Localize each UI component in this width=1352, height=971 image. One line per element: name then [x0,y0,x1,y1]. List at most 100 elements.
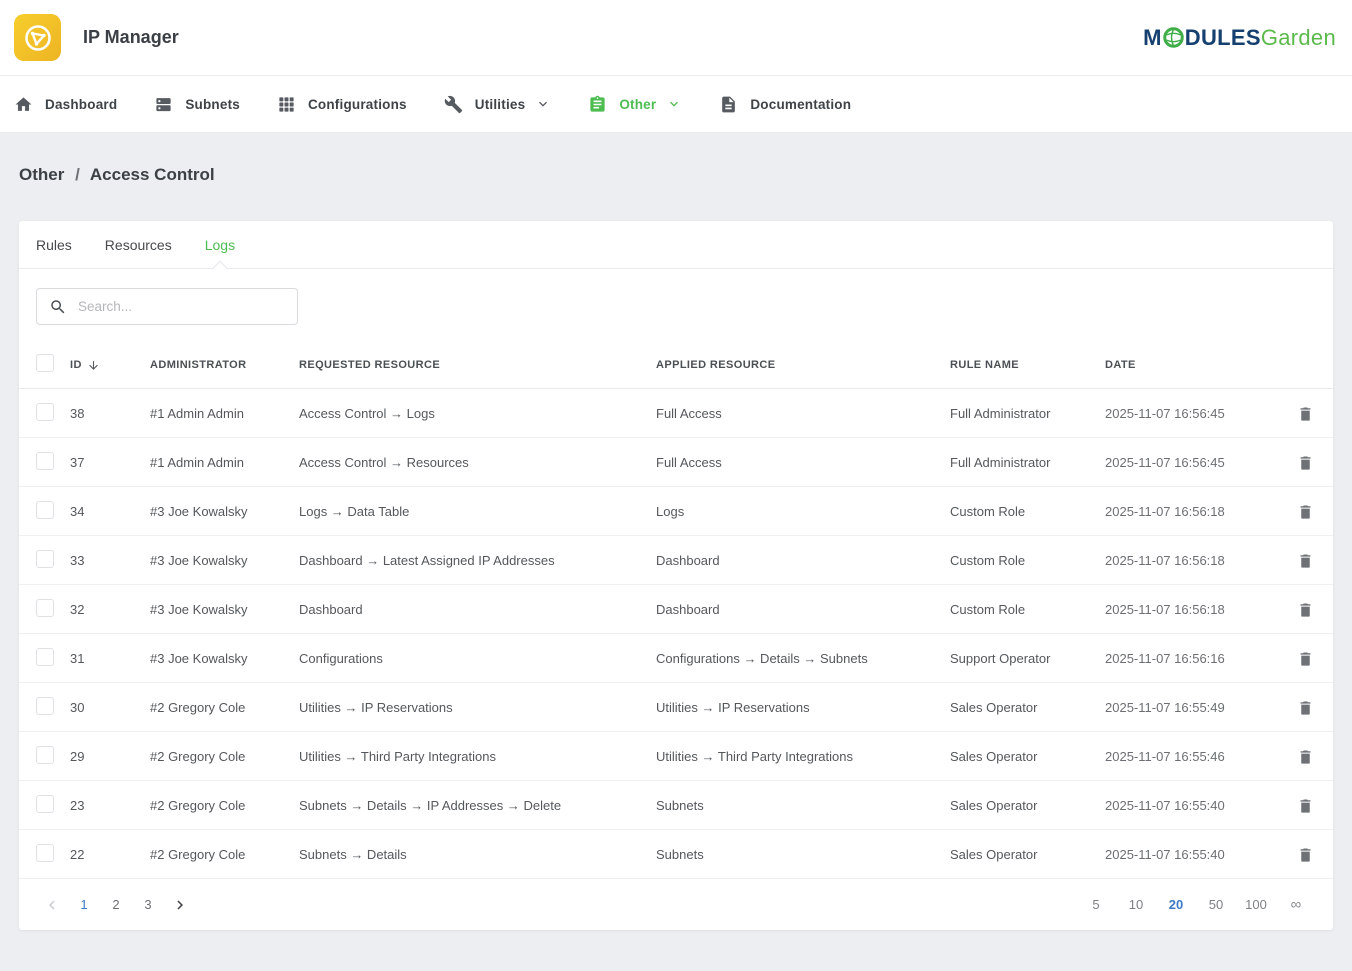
cell-applied-resource: Full Access [656,406,950,421]
page-size-unlimited[interactable]: ∞ [1276,890,1316,920]
delete-row-button[interactable] [1295,501,1316,522]
cell-administrator: #3 Joe Kowalsky [150,602,299,617]
column-header-applied-resource: APPLIED RESOURCE [656,359,950,371]
page-title: IP Manager [83,27,179,48]
page-button-3[interactable]: 3 [132,890,164,920]
subnets-icon [154,95,173,114]
row-checkbox[interactable] [36,550,54,568]
cell-requested-resource: Subnets → Details [299,847,656,862]
cell-requested-resource: Access Control → Resources [299,455,656,470]
cell-date: 2025-11-07 16:55:40 [1105,847,1270,862]
cell-requested-resource: Dashboard → Latest Assigned IP Addresses [299,553,656,568]
prev-page-button[interactable] [36,890,68,920]
page-button-1[interactable]: 1 [68,890,100,920]
cell-id: 31 [70,651,150,666]
table-row: 23 #2 Gregory Cole Subnets → Details → I… [19,781,1333,830]
row-checkbox[interactable] [36,795,54,813]
next-page-button[interactable] [164,890,196,920]
page-button-2[interactable]: 2 [100,890,132,920]
tab-logs[interactable]: Logs [205,221,235,268]
cell-id: 29 [70,749,150,764]
page-size-10[interactable]: 10 [1116,890,1156,920]
clipboard-icon [588,95,607,114]
ip-manager-logo-icon [14,14,61,61]
select-all-checkbox[interactable] [36,354,54,372]
cell-administrator: #1 Admin Admin [150,455,299,470]
delete-row-button[interactable] [1295,599,1316,620]
cell-rule-name: Full Administrator [950,455,1105,470]
top-header: IP Manager M DULES Garden [0,0,1352,76]
cell-date: 2025-11-07 16:56:18 [1105,553,1270,568]
table-body: 38 #1 Admin Admin Access Control → Logs … [19,389,1333,879]
row-checkbox[interactable] [36,648,54,666]
trash-icon [1297,601,1314,618]
nav-item-configurations[interactable]: Configurations [277,76,407,132]
cell-administrator: #3 Joe Kowalsky [150,553,299,568]
grid-icon [277,95,296,114]
search-input[interactable] [78,299,287,314]
delete-row-button[interactable] [1295,697,1316,718]
cell-id: 34 [70,504,150,519]
cell-requested-resource: Access Control → Logs [299,406,656,421]
page-size-50[interactable]: 50 [1196,890,1236,920]
access-control-card: Rules Resources Logs ID ADMINISTRATOR RE… [19,221,1333,930]
nav-item-other[interactable]: Other [588,76,682,132]
nav-item-utilities[interactable]: Utilities [444,76,552,132]
cell-applied-resource: Utilities → IP Reservations [656,700,950,715]
table-row: 30 #2 Gregory Cole Utilities → IP Reserv… [19,683,1333,732]
delete-row-button[interactable] [1295,452,1316,473]
column-header-requested-resource: REQUESTED RESOURCE [299,359,656,371]
page-size-100[interactable]: 100 [1236,890,1276,920]
delete-row-button[interactable] [1295,746,1316,767]
delete-row-button[interactable] [1295,403,1316,424]
cell-rule-name: Full Administrator [950,406,1105,421]
sort-desc-icon [87,359,100,372]
column-header-administrator: ADMINISTRATOR [150,359,299,371]
breadcrumb-separator: / [75,165,80,184]
delete-row-button[interactable] [1295,844,1316,865]
breadcrumb-page: Access Control [90,165,215,184]
delete-row-button[interactable] [1295,795,1316,816]
table-row: 34 #3 Joe Kowalsky Logs → Data Table Log… [19,487,1333,536]
delete-row-button[interactable] [1295,550,1316,571]
cell-administrator: #2 Gregory Cole [150,798,299,813]
page-size-20[interactable]: 20 [1156,890,1196,920]
cell-date: 2025-11-07 16:56:18 [1105,504,1270,519]
modulesgarden-logo: M DULES Garden [1143,25,1336,51]
row-checkbox[interactable] [36,403,54,421]
delete-row-button[interactable] [1295,648,1316,669]
tab-rules[interactable]: Rules [36,221,72,268]
cell-applied-resource: Full Access [656,455,950,470]
row-checkbox[interactable] [36,746,54,764]
cell-id: 32 [70,602,150,617]
row-checkbox[interactable] [36,697,54,715]
page-size-5[interactable]: 5 [1076,890,1116,920]
row-checkbox[interactable] [36,452,54,470]
trash-icon [1297,797,1314,814]
chevron-left-icon [43,896,61,914]
table-header: ID ADMINISTRATOR REQUESTED RESOURCE APPL… [19,342,1333,389]
breadcrumb: Other / Access Control [19,165,1333,185]
wrench-icon [444,95,463,114]
table-row: 37 #1 Admin Admin Access Control → Resou… [19,438,1333,487]
nav-item-dashboard[interactable]: Dashboard [14,76,117,132]
cell-requested-resource: Dashboard [299,602,656,617]
brand-text-dules: DULES [1185,25,1261,51]
row-checkbox[interactable] [36,599,54,617]
cell-administrator: #1 Admin Admin [150,406,299,421]
cell-applied-resource: Configurations → Details → Subnets [656,651,950,666]
cell-rule-name: Sales Operator [950,847,1105,862]
row-checkbox[interactable] [36,501,54,519]
tab-resources[interactable]: Resources [105,221,172,268]
cell-administrator: #2 Gregory Cole [150,847,299,862]
cell-rule-name: Sales Operator [950,798,1105,813]
row-checkbox[interactable] [36,844,54,862]
nav-item-documentation[interactable]: Documentation [719,76,851,132]
chevron-down-icon [535,96,551,112]
search-section [19,269,1333,342]
nav-label: Subnets [185,97,240,112]
column-header-id[interactable]: ID [70,359,150,372]
nav-item-subnets[interactable]: Subnets [154,76,240,132]
cell-rule-name: Support Operator [950,651,1105,666]
cell-id: 37 [70,455,150,470]
